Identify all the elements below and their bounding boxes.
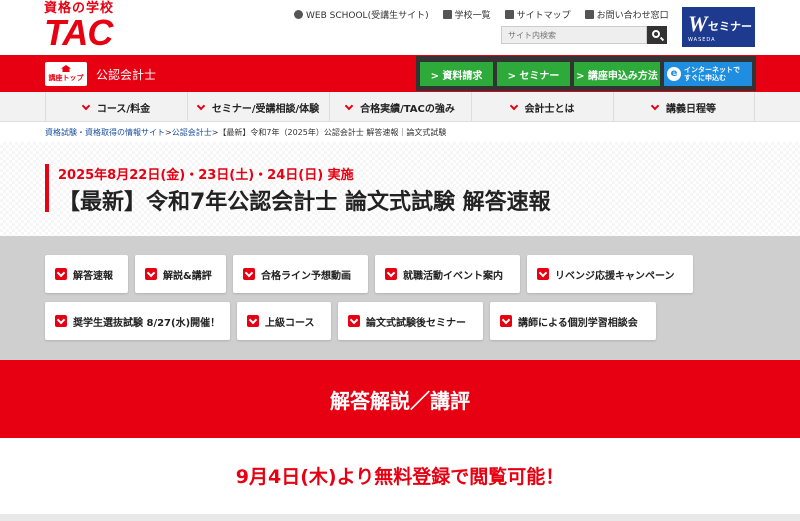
exam-date: 2025年8月22日(金)・23日(土)・24日(日) 実施 [58, 168, 354, 183]
sitemap-icon [504, 10, 514, 19]
nav-about-cpa[interactable]: 会計士とは [471, 92, 613, 122]
check-icon [500, 315, 512, 327]
internet-apply-button[interactable]: e インターネットで すぐに申込む [664, 62, 752, 86]
section-heading: 解答解説／講評 [330, 388, 470, 413]
nav-seminar[interactable]: セミナー/受講相談/体験 [187, 92, 329, 122]
internet-apply-text: インターネットで すぐに申込む [684, 66, 740, 82]
check-icon [537, 268, 549, 280]
link-advanced-course[interactable]: 上級コース [237, 302, 331, 340]
cta-group: > 資料請求 > セミナー > 講座申込み方法 e インターネットで すぐに申込… [416, 56, 756, 91]
search-button[interactable] [647, 26, 667, 44]
tac-logo[interactable]: 資格の学校 TAC [44, 2, 130, 53]
check-icon [348, 315, 360, 327]
contact-link[interactable]: お問い合わせ窓口 [584, 8, 669, 21]
sitemap-label: サイトマップ [516, 11, 571, 21]
nav-label: 合格実績/TACの強み [360, 103, 455, 115]
breadcrumb: 資格試験・資格取得の情報サイト>公認会計士>【最新】令和7年（2025年）公認会… [45, 127, 446, 138]
sitemap-link[interactable]: サイトマップ [504, 8, 571, 21]
nav-results[interactable]: 合格実績/TACの強み [329, 92, 471, 122]
course-top-label: 講座トップ [48, 74, 84, 82]
hero-accent-bar [45, 164, 49, 212]
nav-course-fee[interactable]: コース/料金 [45, 92, 187, 122]
chevron-down-icon [81, 101, 91, 110]
link-answer-flash[interactable]: 解答速報 [45, 255, 128, 293]
link-label: 就職活動イベント案内 [403, 270, 503, 282]
link-passline-video[interactable]: 合格ライン予想動画 [233, 255, 368, 293]
waseda-sub: WASEDA [688, 37, 716, 43]
link-label: 講師による個別学習相談会 [518, 317, 638, 329]
waseda-seminar-logo[interactable]: W セミナー WASEDA [682, 7, 755, 47]
application-method-button[interactable]: > 講座申込み方法 [574, 62, 660, 86]
web-school-link[interactable]: WEB SCHOOL(受講生サイト) [294, 8, 429, 21]
link-individual-consultation[interactable]: 講師による個別学習相談会 [490, 302, 656, 340]
link-scholarship-exam[interactable]: 奨学生選抜試験 8/27(水)開催！ [45, 302, 230, 340]
section-divider [0, 514, 800, 521]
page-title: 【最新】令和7年公認会計士 論文式試験 解答速報 [58, 190, 551, 215]
page-hero: 2025年8月22日(金)・23日(土)・24日(日) 実施 【最新】令和7年公… [0, 142, 800, 236]
request-materials-button[interactable]: > 資料請求 [420, 62, 493, 86]
breadcrumb-current: >【最新】令和7年（2025年）公認会計士 解答速報｜論文式試験 [211, 128, 447, 137]
link-job-event[interactable]: 就職活動イベント案内 [375, 255, 520, 293]
check-icon [55, 315, 67, 327]
school-list-link[interactable]: 学校一覧 [442, 8, 491, 21]
availability-notice: 9月4日(木)より無料登録で閲覧可能！ [235, 466, 565, 488]
chevron-down-icon [196, 101, 206, 110]
link-label: 奨学生選抜試験 8/27(水)開催！ [73, 317, 221, 329]
course-title: 公認会計士 [96, 68, 157, 82]
site-search [501, 26, 667, 44]
site-header: 資格の学校 TAC WEB SCHOOL(受講生サイト) 学校一覧 サイトマップ… [0, 0, 800, 55]
check-icon [145, 268, 157, 280]
internet-apply-line1: インターネットで [684, 66, 740, 74]
search-input[interactable] [501, 26, 647, 44]
check-icon [55, 268, 67, 280]
internet-icon: e [667, 67, 681, 81]
mail-icon [584, 10, 594, 19]
waseda-label: セミナー [708, 20, 752, 33]
nav-label: セミナー/受講相談/体験 [211, 103, 320, 115]
chevron-down-icon [344, 101, 354, 110]
school-list-label: 学校一覧 [454, 11, 491, 21]
breadcrumb-separator: > [165, 128, 172, 137]
top-links: WEB SCHOOL(受講生サイト) 学校一覧 サイトマップ お問い合わせ窓口 [294, 8, 683, 21]
section-banner: 解答解説／講評 [0, 360, 800, 438]
check-icon [247, 315, 259, 327]
nav-label: 講義日程等 [666, 103, 716, 115]
link-revenge-campaign[interactable]: リベンジ応援キャンペーン [527, 255, 693, 293]
nav-label: コース/料金 [96, 103, 151, 115]
internet-apply-line2: すぐに申込む [684, 74, 726, 82]
course-top-button[interactable]: 講座トップ [45, 62, 87, 86]
breadcrumb-link-home[interactable]: 資格試験・資格取得の情報サイト [45, 128, 165, 137]
link-label: 上級コース [265, 317, 315, 329]
link-label: 解答速報 [73, 270, 113, 282]
link-label: 合格ライン予想動画 [261, 270, 351, 282]
chevron-down-icon [650, 101, 660, 110]
web-school-label: WEB SCHOOL(受講生サイト) [306, 11, 429, 21]
chevron-down-icon [509, 101, 518, 110]
contact-label: お問い合わせ窓口 [596, 11, 669, 21]
search-icon [652, 30, 660, 38]
link-post-exam-seminar[interactable]: 論文式試験後セミナー [338, 302, 483, 340]
anchor-links: 解答速報 解説&講評 合格ライン予想動画 就職活動イベント案内 リベンジ応援キャ… [0, 236, 800, 360]
breadcrumb-link-cpa[interactable]: 公認会計士 [172, 128, 212, 137]
gear-icon [294, 10, 303, 19]
building-icon [442, 10, 452, 19]
nav-label: 会計士とは [524, 103, 575, 115]
check-icon [243, 268, 255, 280]
link-label: 論文式試験後セミナー [366, 317, 466, 329]
check-icon [385, 268, 397, 280]
link-label: リベンジ応援キャンペーン [555, 270, 675, 282]
logo-text: TAC [44, 12, 113, 53]
home-icon [61, 65, 71, 72]
link-commentary[interactable]: 解説&講評 [135, 255, 226, 293]
link-label: 解説&講評 [163, 270, 212, 282]
main-nav: コース/料金 セミナー/受講相談/体験 合格実績/TACの強み 会計士とは 講義… [0, 92, 800, 122]
seminar-button[interactable]: > セミナー [497, 62, 570, 86]
nav-schedule[interactable]: 講義日程等 [613, 92, 755, 122]
course-bar: 講座トップ 公認会計士 > 資料請求 > セミナー > 講座申込み方法 e イン… [0, 55, 800, 92]
waseda-w-mark: W [688, 11, 708, 36]
